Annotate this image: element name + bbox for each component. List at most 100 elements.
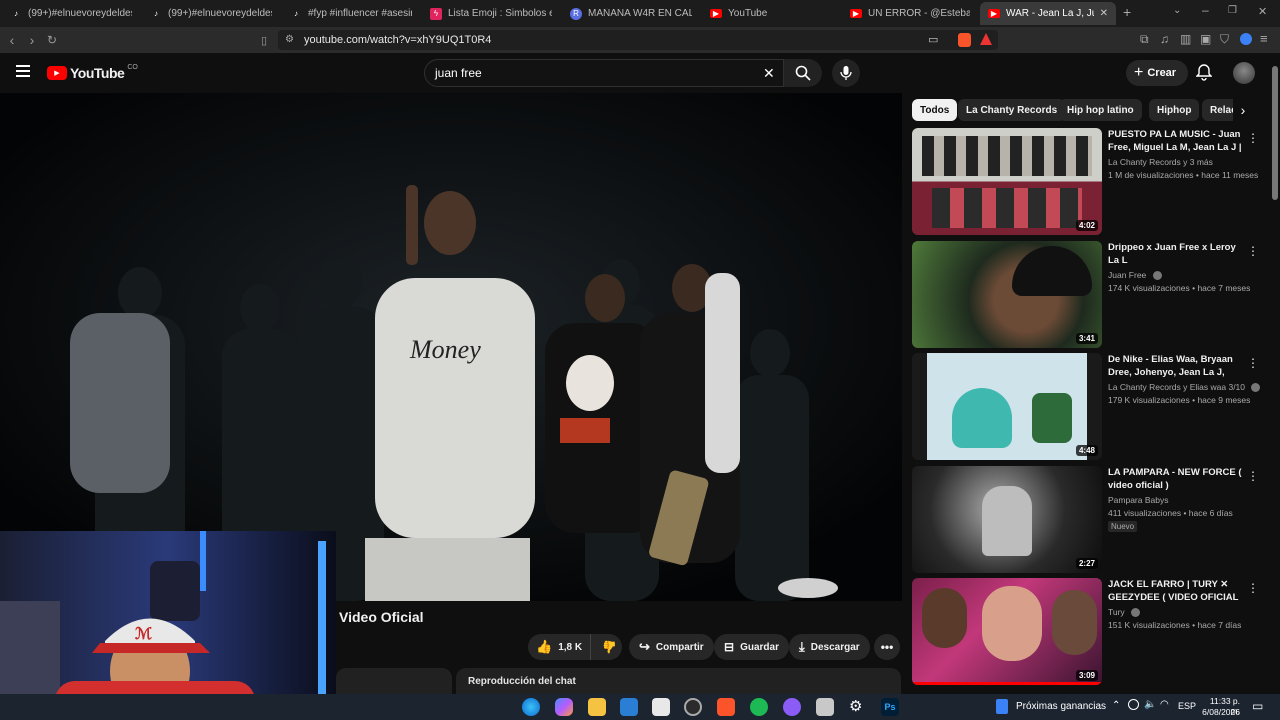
more-vertical-icon[interactable]: ⋮ (1247, 132, 1259, 144)
wallet-icon[interactable]: ▣ (1200, 32, 1211, 46)
vpn-icon[interactable]: ⛉ (1220, 32, 1229, 47)
chip-la-chanty-records[interactable]: La Chanty Records (958, 99, 1066, 121)
clear-search-icon[interactable]: ✕ (763, 65, 775, 82)
tray-icon[interactable] (1128, 699, 1139, 710)
recommendation-item[interactable]: 4:48 De Nike - Elias Waa, Bryaan Dree, J… (912, 353, 1267, 461)
volume-icon[interactable]: 🔈 (1144, 699, 1156, 710)
browser-tab[interactable]: ♪ #fyp #influencer #asesinado # (282, 2, 420, 25)
language-indicator[interactable]: ESP (1178, 701, 1196, 711)
save-button[interactable]: ⊟ Guardar (714, 634, 789, 660)
settings-gear-icon[interactable]: ⚙ (849, 697, 862, 715)
browser-tab-active[interactable]: ▶ WAR - Jean La J, Juan F ✕ (980, 2, 1116, 25)
browser-tab[interactable]: ▶ UN ERROR - @EstebanRojasO (842, 2, 978, 25)
store-icon[interactable] (652, 698, 670, 716)
video-thumbnail[interactable]: 3:09 (912, 578, 1102, 685)
chip-hip-hop-latino[interactable]: Hip hop latino (1059, 99, 1142, 121)
reload-icon[interactable]: ↻ (42, 27, 62, 53)
recommendation-item[interactable]: 3:09 JACK EL FARRO | TURY ✕ GEEZYDEE ( V… (912, 578, 1267, 686)
rec-title[interactable]: De Nike - Elias Waa, Bryaan Dree, Joheny… (1108, 353, 1242, 381)
recommendation-item[interactable]: 3:41 Drippeo x Juan Free x Leroy La L Ju… (912, 241, 1267, 349)
rec-channel-row[interactable]: Juan Free (1108, 270, 1162, 281)
video-thumbnail[interactable]: 3:41 (912, 241, 1102, 348)
browser-tab[interactable]: ϟ Lista Emoji : Simbolos emoji n (422, 2, 560, 25)
youtube-logo[interactable]: ▶ YouTube CO (47, 64, 138, 81)
search-button[interactable] (784, 59, 822, 87)
more-actions-button[interactable]: ••• (874, 634, 900, 660)
profile-icon[interactable] (1240, 33, 1252, 45)
hamburger-menu-icon[interactable] (16, 65, 30, 77)
rec-channel[interactable]: La Chanty Records y 3 más (1108, 157, 1213, 167)
rec-channel-row[interactable]: Tury (1108, 607, 1141, 618)
brave-icon[interactable] (717, 698, 735, 716)
bookmark-icon[interactable]: ▯ (254, 27, 274, 53)
download-button[interactable]: ⤓ Descargar (789, 634, 870, 660)
obs-icon[interactable] (684, 698, 702, 716)
video-player[interactable]: Money (0, 93, 902, 601)
rec-channel-row[interactable]: La Chanty Records y Elias waa 3/10 (1108, 382, 1261, 393)
video-thumbnail[interactable]: 4:02 (912, 128, 1102, 235)
chevron-up-icon[interactable]: ⌃ (1112, 700, 1120, 711)
extensions-icon[interactable]: ⧉ (1140, 32, 1149, 47)
more-vertical-icon[interactable]: ⋮ (1247, 245, 1259, 257)
rec-title[interactable]: PUESTO PA LA MUSIC - Juan Free, Miguel L… (1108, 128, 1242, 156)
browser-tab[interactable]: ♪ (99+)#elnuevoreydeldespecho (142, 2, 280, 25)
scrollbar-thumb[interactable] (1272, 66, 1278, 200)
chevron-right-icon[interactable]: › (1233, 99, 1253, 121)
forward-icon[interactable]: › (22, 27, 42, 53)
brave-rewards-icon[interactable] (980, 33, 992, 45)
edge-icon[interactable] (522, 698, 540, 716)
recommendation-item[interactable]: 2:27 LA PAMPARA - NEW FORCE ( video ofic… (912, 466, 1267, 574)
file-explorer-icon[interactable] (588, 698, 606, 716)
search-input[interactable]: juan free ✕ (424, 59, 784, 87)
voice-search-button[interactable] (832, 59, 860, 87)
description-box[interactable] (336, 668, 452, 694)
notifications-button[interactable] (1195, 63, 1213, 86)
sidebar-icon[interactable]: ▥ (1180, 32, 1191, 46)
close-tab-icon[interactable]: ✕ (1100, 8, 1108, 19)
rec-channel[interactable]: Pampara Babys (1108, 495, 1168, 505)
close-window-icon[interactable]: ✕ (1258, 5, 1267, 18)
video-thumbnail[interactable]: 2:27 (912, 466, 1102, 573)
news-widget-text[interactable]: Próximas ganancias (1016, 701, 1106, 712)
tab-list-icon[interactable]: ⌄ (1173, 5, 1181, 16)
dislike-button[interactable]: 👍 (597, 634, 622, 660)
back-icon[interactable]: ‹ (2, 27, 22, 53)
browser-tab[interactable]: ♪ (99+)#elnuevoreydeldespecho (2, 2, 140, 25)
more-vertical-icon[interactable]: ⋮ (1247, 582, 1259, 594)
app-icon[interactable] (816, 698, 834, 716)
media-icon[interactable]: ♫ (1160, 32, 1169, 46)
cast-icon[interactable]: ▭ (928, 33, 938, 46)
video-thumbnail[interactable]: 4:48 (912, 353, 1102, 460)
create-button[interactable]: + Crear (1126, 60, 1189, 86)
notification-center-icon[interactable]: ▭ (1252, 699, 1263, 713)
wifi-icon[interactable]: ◠ (1160, 699, 1169, 710)
rec-title[interactable]: JACK EL FARRO | TURY ✕ GEEZYDEE ( VIDEO … (1108, 578, 1242, 606)
address-bar[interactable]: ⚙ youtube.com/watch?v=xhY9UQ1T0R4 ▭ (278, 30, 998, 50)
chip-hiphop[interactable]: Hiphop (1149, 99, 1200, 121)
more-vertical-icon[interactable]: ⋮ (1247, 470, 1259, 482)
messenger-icon[interactable] (783, 698, 801, 716)
news-widget-icon[interactable] (996, 699, 1008, 714)
avatar[interactable] (1233, 62, 1255, 84)
browser-tab[interactable]: R MAÑANA W4R EN CALI - Rest (562, 2, 700, 25)
brave-shield-icon[interactable] (958, 33, 971, 47)
like-button[interactable]: 👍 1,8 K (528, 634, 592, 660)
spotify-icon[interactable] (750, 698, 768, 716)
site-info-icon[interactable]: ⚙ (285, 34, 294, 45)
copilot-icon[interactable] (555, 698, 573, 716)
menu-icon[interactable]: ≡ (1260, 31, 1268, 46)
maximize-icon[interactable]: ❐ (1228, 5, 1237, 16)
recommendation-item[interactable]: 4:02 PUESTO PA LA MUSIC - Juan Free, Mig… (912, 128, 1267, 236)
share-button[interactable]: ↪ Compartir (629, 634, 714, 660)
more-vertical-icon[interactable]: ⋮ (1247, 357, 1259, 369)
rec-title[interactable]: LA PAMPARA - NEW FORCE ( video oficial ) (1108, 466, 1242, 492)
minimize-icon[interactable]: – (1202, 3, 1209, 17)
browser-tab[interactable]: ▶ YouTube (702, 2, 840, 25)
photoshop-icon[interactable]: Ps (881, 698, 899, 716)
new-tab-button[interactable]: + (1123, 4, 1131, 20)
chat-replay-panel[interactable]: Reproducción del chat (456, 668, 901, 694)
rec-title[interactable]: Drippeo x Juan Free x Leroy La L (1108, 241, 1242, 267)
clock-date[interactable]: 6/08/2026 (1200, 707, 1240, 717)
chip-todos[interactable]: Todos (912, 99, 958, 121)
mail-icon[interactable] (620, 698, 638, 716)
